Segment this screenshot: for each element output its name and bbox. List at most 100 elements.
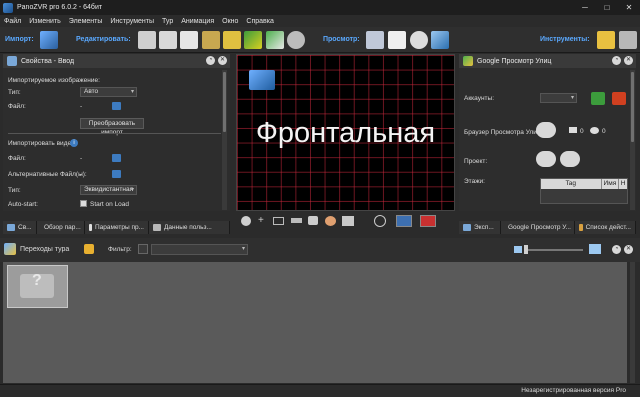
properties-icon [7,56,17,66]
tab-project-params[interactable]: Параметры пр... [85,221,149,234]
menu-tour[interactable]: Тур [162,18,173,25]
properties-title: Свойства - Ввод [21,57,75,65]
import-label: Импорт: [5,36,34,43]
viewer-editor-icon[interactable] [180,31,198,49]
folder-icon[interactable] [112,170,121,178]
panorama-viewer[interactable]: Фронтальная [236,54,455,211]
type-label: Тип: [8,89,21,96]
col-name[interactable]: Имя [602,179,620,189]
chevron-down-icon: ▾ [130,187,134,193]
tab-action-list[interactable]: Список дейст... [575,221,636,234]
col-tag[interactable]: Tag [541,179,602,189]
film-reel-icon[interactable] [287,31,305,49]
menu-tools[interactable]: Инструменты [110,18,154,25]
add-transition-icon[interactable] [84,244,94,254]
cloud-download-icon[interactable] [536,122,556,138]
info-icon[interactable]: i [70,139,78,147]
menu-help[interactable]: Справка [246,18,273,25]
transitions-area[interactable]: ? [3,262,627,383]
tour-transitions-panel: Переходы тура Фильтр: ▾ ◔ ✕ ? [0,238,640,384]
video-file-label: Файл: [8,155,26,162]
tab-overview[interactable]: Обзор пар... [37,221,85,234]
compass-icon[interactable] [241,216,251,226]
menu-window[interactable]: Окно [222,18,238,25]
start-on-load-label: Start on Load [90,201,130,208]
start-on-load-checkbox[interactable] [80,200,87,207]
hat-icon[interactable] [308,216,318,225]
tab-properties[interactable]: Св... [3,221,37,234]
document-icon[interactable] [388,31,406,49]
close-icon[interactable]: ✕ [624,56,633,65]
accounts-select[interactable]: ▾ [540,93,577,103]
close-button[interactable]: ✕ [618,0,640,15]
ruler-icon[interactable] [291,218,302,223]
properties-panel: Свойства - Ввод ◔ ✕ Импортируемое изобра… [3,54,230,211]
tour-map-icon[interactable] [202,31,220,49]
shield-check-icon[interactable] [591,92,605,105]
tour-scrollbar[interactable] [630,262,635,383]
transform-import-button[interactable]: Преобразовать импорт [80,118,144,136]
menu-file[interactable]: Файл [4,18,21,25]
target-icon[interactable] [374,215,386,227]
chevron-down-icon: ▾ [241,246,245,252]
thumbnail-size-slider[interactable] [527,249,583,251]
streetview-scrollbar[interactable] [630,70,635,210]
video-type-select[interactable]: Эквидистантная ▾ [80,185,137,195]
hotspot-editor-icon[interactable] [159,31,177,49]
menu-animation[interactable]: Анимация [181,18,214,25]
license-status: Незарегистрированная версия Pro [521,387,626,394]
tour-transitions-icon [4,243,16,255]
output-icon[interactable] [431,31,449,49]
filter-select[interactable]: ▾ [151,244,248,255]
type-select[interactable]: Авто ▾ [80,87,137,97]
close-icon[interactable]: ✕ [624,245,633,254]
record-button[interactable] [420,215,436,227]
folder-icon[interactable] [112,102,121,110]
floors-table[interactable]: Tag Имя H [540,178,628,204]
properties-scrollbar[interactable] [222,70,227,210]
chevron-down-icon: ▾ [130,89,134,95]
tab-google-streetview[interactable]: Google Просмотр У... [501,221,575,234]
view-mode-button[interactable] [396,215,412,227]
remove-account-icon[interactable] [612,92,626,105]
table-icon[interactable] [273,217,284,225]
streetview-title: Google Просмотр Улиц [477,57,552,65]
chevron-down-icon: ▾ [570,95,574,101]
cloud-sync-icon[interactable] [560,151,580,167]
image-icon[interactable] [342,216,354,226]
filter-label: Фильтр: [108,246,132,253]
panorama-editor-icon[interactable] [138,31,156,49]
binoculars-icon[interactable] [366,31,384,49]
skin-editor-icon[interactable] [223,31,241,49]
maximize-button[interactable]: □ [596,0,618,15]
user-data-icon [153,224,161,231]
undock-icon[interactable]: ◔ [612,245,621,254]
tools-icon[interactable] [619,31,637,49]
import-panorama-icon[interactable] [40,31,58,49]
preview-icon[interactable] [410,31,428,49]
menu-bar: Файл Изменить Элементы Инструменты Тур А… [0,15,640,27]
col-h[interactable]: H [619,179,627,189]
menu-elements[interactable]: Элементы [69,18,103,25]
star-tool-icon[interactable] [597,31,615,49]
google-maps-icon[interactable] [266,31,284,49]
file-label: Файл: [8,103,26,110]
close-icon[interactable]: ✕ [218,56,227,65]
filter-pencil-icon[interactable] [138,244,148,254]
undock-icon[interactable]: ◔ [206,56,215,65]
tab-user-data[interactable]: Данные польз... [149,221,230,234]
project-label: Проект: [464,158,488,165]
undock-icon[interactable]: ◔ [612,56,621,65]
minimize-button[interactable]: ─ [574,0,596,15]
panorama-thumbnail[interactable]: ? [7,265,68,308]
menu-edit[interactable]: Изменить [29,18,61,25]
folder-icon[interactable] [112,154,121,162]
slider-handle[interactable] [524,245,528,254]
crosshair-icon[interactable]: + [258,215,264,226]
divider [8,133,221,134]
palette-icon[interactable] [325,216,336,226]
floors-label: Этажи: [464,178,485,185]
tab-export[interactable]: Эксп... [459,221,501,234]
cloud-upload-icon[interactable] [536,151,556,167]
map-icon[interactable] [244,31,262,49]
